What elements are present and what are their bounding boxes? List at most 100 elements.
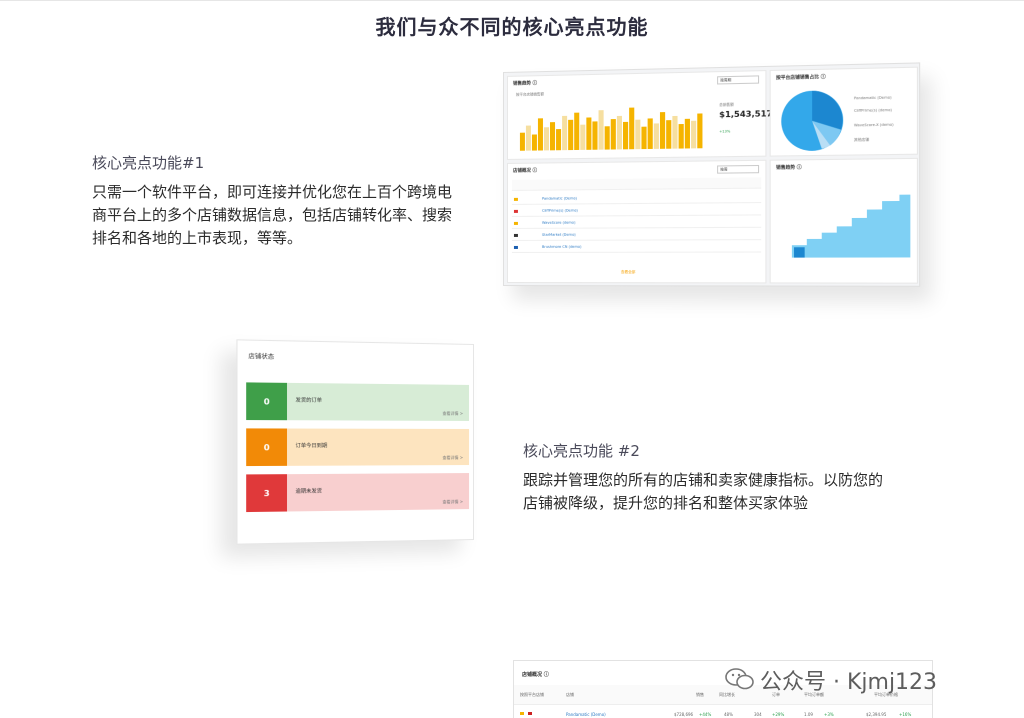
health-item-overdue[interactable]: 3 逾期未发货 查看详情 > <box>246 473 470 513</box>
feature-2-line-2: 店铺被降级，提升您的排名和整体买家体验 <box>523 494 809 512</box>
health-item-link[interactable]: 查看详情 > <box>442 411 463 417</box>
table-title: 店铺概况 ⓘ <box>522 672 549 678</box>
total-sales-caption: 总销售额 <box>719 102 734 108</box>
sales-bar <box>568 119 574 151</box>
row-avg-change: +3% <box>824 712 834 717</box>
sales-bar <box>641 126 647 150</box>
growth-chart-panel: 销售趋势 ⓘ <box>769 157 919 284</box>
sales-bar <box>531 134 537 151</box>
sales-bar <box>598 110 604 150</box>
pie-legend-3: WaveScore-X (demo) <box>853 122 894 128</box>
sales-bar <box>543 127 549 151</box>
health-item-label: 逾期未发货 <box>295 488 322 495</box>
sales-bar <box>672 115 678 149</box>
store-row-5[interactable]: Brushmore CN (demo) <box>511 241 762 253</box>
sales-bar <box>653 123 659 149</box>
feature-1-description: 只需一个软件平台，即可连接并优化您在上百个跨境电 商平台上的多个店铺数据信息，包… <box>92 181 452 250</box>
total-sales-value: $1,543,517 <box>719 109 773 120</box>
col-platform: 按照平台店铺 <box>520 692 544 697</box>
pie-legend-1: Pandamatic (Demo) <box>853 95 892 101</box>
sales-bar <box>549 122 556 151</box>
feature-1-line-2: 商平台上的多个店铺数据信息，包括店铺转化率、搜索 <box>92 206 453 224</box>
sales-chart-panel: 销售趋势 ⓘ 按周期 按平台店铺销售额 总销售额 $1,543,517 +13% <box>506 70 772 160</box>
health-item-link[interactable]: 查看详情 > <box>442 499 463 505</box>
pie-legend-4: 其他店铺 <box>853 137 870 142</box>
feature-1-line-3: 排名和各地的上市表现，等等。 <box>92 229 303 247</box>
view-all-link[interactable]: 查看全部 <box>621 270 635 275</box>
store-table-dropdown[interactable]: 按周 <box>717 164 760 174</box>
store-row-3[interactable]: WaveScore (demo) <box>511 216 762 229</box>
store-row-2[interactable]: CliffPrime(s) (Demo) <box>511 204 762 217</box>
col-store: 店铺 <box>566 692 574 697</box>
store-share-pie <box>781 90 844 152</box>
health-item-count: 0 <box>246 428 288 467</box>
sales-bar <box>592 121 598 150</box>
col-sales: 销售 <box>696 692 704 697</box>
sales-bar <box>659 112 666 149</box>
sales-panel-title: 销售趋势 ⓘ <box>512 81 538 87</box>
period-dropdown[interactable]: 按周期 <box>717 75 760 85</box>
store-share-title: 按平台店铺销售占比 ⓘ <box>775 74 826 82</box>
health-item-link[interactable]: 查看详情 > <box>442 455 463 461</box>
sales-bar <box>610 119 616 150</box>
feature-2-description: 跟踪并管理您的所有的店铺和卖家健康指标。以防您的 店铺被降级，提升您的排名和整体… <box>523 469 883 515</box>
sales-bar <box>562 115 568 151</box>
wechat-icon <box>725 668 754 690</box>
country-flag-icon <box>528 712 532 715</box>
store-health-screenshot: 店铺状态 0 发货的订单 查看详情 > 0 订单今日到期 查看详情 > 3 逾期… <box>236 339 474 545</box>
store-table-header <box>511 177 762 191</box>
row-orders-change: +29% <box>772 712 785 717</box>
watermark-text: 公众号 · Kjmj123 <box>760 670 938 695</box>
health-item-shipped[interactable]: 0 发货的订单 查看详情 > <box>246 382 470 421</box>
sales-bar <box>647 118 653 150</box>
page-title: 我们与众不同的核心亮点功能 <box>375 15 649 39</box>
store-table-title: 店铺概况 ⓘ <box>512 168 538 174</box>
health-title: 店铺状态 <box>248 353 275 361</box>
total-sales-change: +13% <box>719 129 731 134</box>
table-row[interactable]: Pandamatic (Demo) $728,696 +44% 48% 304 … <box>514 707 932 718</box>
health-item-label: 发货的订单 <box>295 397 322 404</box>
row-share: 48% <box>724 712 733 717</box>
row-sales: $728,696 <box>674 712 694 717</box>
sales-bar <box>629 107 635 150</box>
store-row-1[interactable]: Pandamatic (Demo) <box>511 191 762 205</box>
sales-bar <box>586 117 592 150</box>
sales-bars <box>519 101 704 151</box>
row-value: $2,394.95 <box>866 712 887 717</box>
row-sales-change: +44% <box>699 712 712 717</box>
health-item-count: 3 <box>246 474 288 513</box>
feature-2-heading: 核心亮点功能 #2 <box>523 442 640 460</box>
chart-caption: 按平台店铺销售额 <box>515 92 544 97</box>
sales-bar <box>678 124 684 149</box>
sales-bar <box>574 112 580 151</box>
row-store[interactable]: Pandamatic (Demo) <box>566 712 606 717</box>
growth-bar <box>794 247 805 258</box>
store-share-panel: 按平台店铺销售占比 ⓘ Pandamatic (Demo) CliffPrime… <box>769 66 919 157</box>
store-row-4[interactable]: StarMarket (Demo) <box>511 228 762 241</box>
sales-bar <box>623 122 629 150</box>
sales-bar <box>580 124 586 150</box>
row-avg: 1.09 <box>804 712 813 717</box>
feature-1-line-1: 只需一个软件平台，即可连接并优化您在上百个跨境电 <box>92 183 453 201</box>
feature-2-line-1: 跟踪并管理您的所有的店铺和卖家健康指标。以防您的 <box>523 471 884 489</box>
growth-chart-title: 销售趋势 ⓘ <box>775 165 802 171</box>
sales-bar <box>556 129 562 151</box>
row-value-change: +16% <box>899 712 912 717</box>
col-growth: 同比增长 <box>719 692 735 697</box>
sales-bar <box>525 125 531 151</box>
platform-flag-icon <box>520 712 524 715</box>
store-table-panel: 店铺概况 ⓘ 按周 Pandamatic (Demo) CliffPrime(s… <box>506 159 767 284</box>
sales-bar <box>697 113 703 149</box>
sales-bar <box>684 118 690 149</box>
health-item-due-today[interactable]: 0 订单今日到期 查看详情 > <box>246 428 470 467</box>
pie-legend-2: CliffPrime(s) (demo) <box>853 107 893 113</box>
sales-bar <box>616 115 622 150</box>
row-orders: 304 <box>754 712 762 717</box>
sales-bar <box>519 132 525 151</box>
health-item-label: 订单今日到期 <box>295 443 328 450</box>
sales-bar <box>537 118 543 151</box>
sales-bar <box>691 121 697 149</box>
health-item-count: 0 <box>246 382 288 421</box>
sales-bar <box>635 120 641 150</box>
growth-area-chart <box>791 194 911 258</box>
